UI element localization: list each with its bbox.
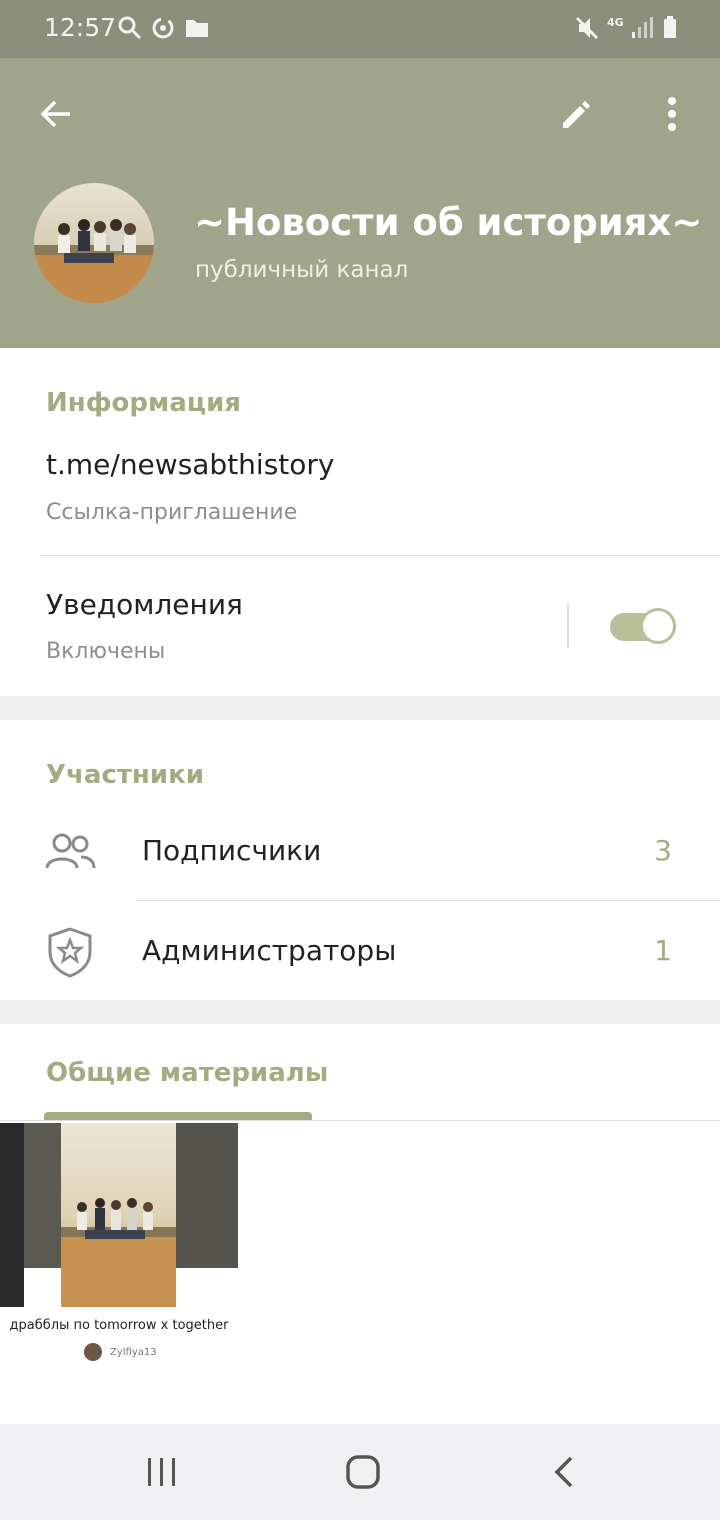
folder-icon: [186, 20, 208, 37]
tabs-divider: [0, 1120, 720, 1121]
more-vert-icon: [668, 97, 676, 131]
channel-header: ~Новости об историях~ публичный канал: [0, 58, 720, 348]
subscribers-label: Подписчики: [142, 834, 322, 867]
subscribers-count: 3: [654, 834, 672, 867]
administrators-count: 1: [654, 934, 672, 967]
notifications-status: Включены: [46, 639, 166, 664]
network-type: 4G: [607, 16, 624, 29]
status-bar: 12:57 4G: [0, 0, 720, 58]
notifications-label[interactable]: Уведомления: [46, 588, 243, 621]
nav-back-icon: [554, 1456, 573, 1488]
invite-link-caption: Ссылка-приглашение: [46, 500, 298, 525]
sync-icon: [152, 17, 174, 39]
edit-pencil-icon: [563, 101, 590, 128]
tab-indicator[interactable]: [44, 1112, 312, 1120]
status-time: 12:57: [44, 13, 117, 42]
edit-button[interactable]: [548, 86, 604, 142]
shield-star-icon: [48, 927, 92, 978]
mute-icon: [575, 16, 599, 40]
system-nav-bar: [0, 1424, 720, 1520]
search-icon: [118, 16, 142, 40]
channel-title: ~Новости об историях~: [194, 201, 703, 244]
section-gap: [0, 696, 720, 720]
invite-link[interactable]: t.me/newsabthistory: [46, 448, 335, 481]
people-icon: [45, 833, 96, 869]
home-button[interactable]: [331, 1444, 395, 1500]
divider: [40, 555, 720, 556]
recents-icon: [148, 1458, 175, 1486]
toggle-separator: [567, 604, 569, 648]
nav-back-button[interactable]: [532, 1444, 596, 1500]
media-caption: драбблы по tomorrow x together: [9, 1318, 229, 1333]
divider: [136, 900, 720, 901]
administrators-label: Администраторы: [142, 934, 397, 967]
shared-media-item[interactable]: [0, 1123, 238, 1373]
members-section-title: Участники: [46, 760, 204, 790]
more-options-button[interactable]: [650, 86, 694, 142]
info-section-title: Информация: [46, 388, 241, 418]
notifications-toggle[interactable]: [610, 608, 678, 646]
recents-button[interactable]: [130, 1444, 194, 1500]
section-gap: [0, 1000, 720, 1024]
shared-section-title: Общие материалы: [46, 1058, 329, 1088]
media-author: Zylfiya13: [110, 1347, 157, 1358]
channel-avatar[interactable]: [34, 183, 154, 303]
author-avatar: [84, 1343, 102, 1361]
signal-icon: [632, 17, 653, 38]
back-arrow-icon: [40, 100, 70, 128]
home-icon: [346, 1455, 380, 1489]
subscribers-row[interactable]: Подписчики 3: [0, 810, 720, 900]
media-thumbnail: [0, 1123, 238, 1307]
administrators-row[interactable]: Администраторы 1: [0, 906, 720, 996]
channel-type: публичный канал: [195, 257, 409, 283]
members-section: Участники Подписчики 3 Администраторы 1: [0, 720, 720, 1000]
toggle-knob: [640, 608, 676, 644]
avatar-photo: [34, 183, 154, 303]
battery-icon: [664, 16, 676, 38]
back-button[interactable]: [28, 86, 84, 142]
